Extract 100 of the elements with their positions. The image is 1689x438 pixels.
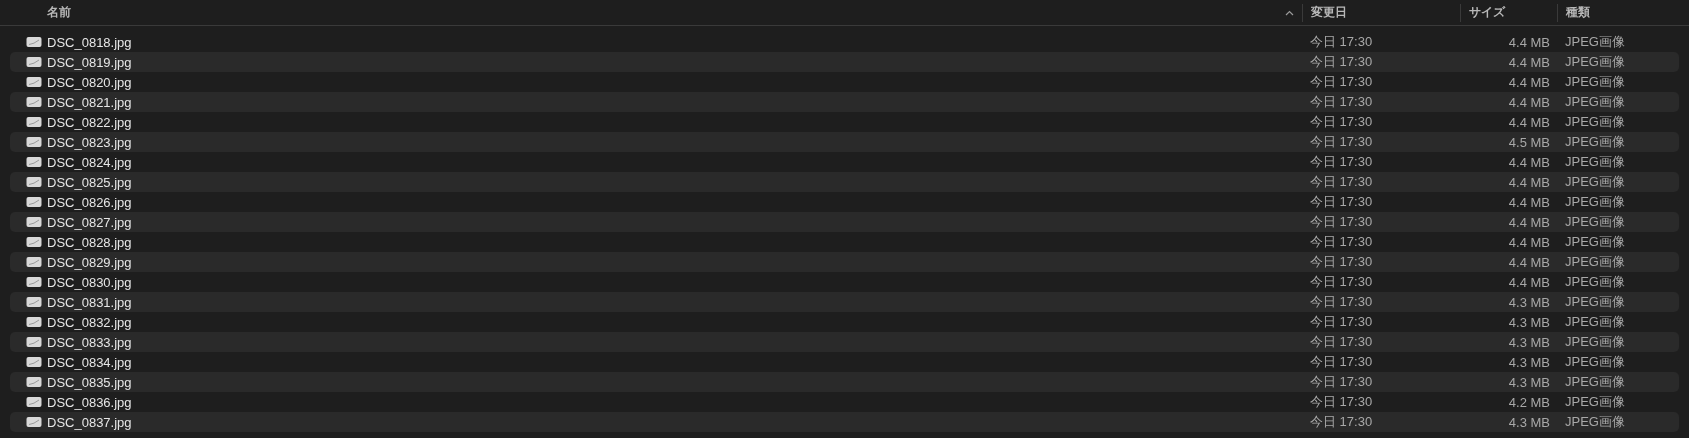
modified-date: 今日 17:30	[1310, 193, 1374, 211]
image-file-icon	[26, 196, 42, 208]
image-file-icon	[26, 136, 42, 148]
column-header[interactable]: 名前	[47, 4, 71, 21]
modified-date: 今日 17:30	[1310, 293, 1374, 311]
modified-date: 今日 17:30	[1310, 313, 1374, 331]
modified-date: 今日 17:30	[1310, 413, 1374, 431]
file-size: 4.4 MB	[1507, 74, 1550, 90]
file-size: 4.5 MB	[1507, 134, 1550, 150]
sort-caret-icon[interactable]	[1285, 9, 1294, 16]
modified-date: 今日 17:30	[1310, 273, 1374, 291]
modified-date: 今日 17:30	[1310, 333, 1374, 351]
file-kind: JPEG画像	[1565, 213, 1626, 231]
file-size: 4.4 MB	[1507, 174, 1550, 190]
file-kind: JPEG画像	[1565, 53, 1626, 71]
image-file-icon	[26, 236, 42, 248]
modified-date: 今日 17:30	[1310, 233, 1374, 251]
modified-date: 今日 17:30	[1310, 173, 1374, 191]
file-name[interactable]: DSC_0822.jpg	[47, 114, 132, 130]
file-kind: JPEG画像	[1565, 333, 1626, 351]
modified-date: 今日 17:30	[1310, 133, 1374, 151]
file-name[interactable]: DSC_0825.jpg	[47, 174, 132, 190]
file-kind: JPEG画像	[1565, 73, 1626, 91]
file-kind: JPEG画像	[1565, 153, 1626, 171]
file-kind: JPEG画像	[1565, 273, 1626, 291]
file-name[interactable]: DSC_0835.jpg	[47, 374, 132, 390]
file-size: 4.4 MB	[1507, 94, 1550, 110]
file-name[interactable]: DSC_0826.jpg	[47, 194, 132, 210]
image-file-icon	[26, 416, 42, 428]
file-size: 4.3 MB	[1507, 354, 1550, 370]
image-file-icon	[26, 36, 42, 48]
modified-date: 今日 17:30	[1310, 33, 1374, 51]
image-file-icon	[26, 216, 42, 228]
modified-date: 今日 17:30	[1310, 253, 1374, 271]
file-name[interactable]: DSC_0821.jpg	[47, 94, 132, 110]
image-file-icon	[26, 316, 42, 328]
image-file-icon	[26, 96, 42, 108]
file-size: 4.4 MB	[1507, 154, 1550, 170]
file-name[interactable]: DSC_0831.jpg	[47, 294, 132, 310]
file-kind: JPEG画像	[1565, 113, 1626, 131]
column-header[interactable]: 種類	[1566, 4, 1590, 21]
file-size: 4.4 MB	[1507, 54, 1550, 70]
column-header[interactable]: サイズ	[1469, 4, 1505, 21]
file-size: 4.4 MB	[1507, 254, 1550, 270]
file-size: 4.4 MB	[1507, 234, 1550, 250]
file-name[interactable]: DSC_0819.jpg	[47, 54, 132, 70]
file-name[interactable]: DSC_0823.jpg	[47, 134, 132, 150]
file-name[interactable]: DSC_0820.jpg	[47, 74, 132, 90]
image-file-icon	[26, 336, 42, 348]
image-file-icon	[26, 276, 42, 288]
file-kind: JPEG画像	[1565, 173, 1626, 191]
modified-date: 今日 17:30	[1310, 53, 1374, 71]
file-kind: JPEG画像	[1565, 193, 1626, 211]
file-size: 4.4 MB	[1507, 274, 1550, 290]
modified-date: 今日 17:30	[1310, 153, 1374, 171]
file-kind: JPEG画像	[1565, 233, 1626, 251]
image-file-icon	[26, 176, 42, 188]
image-file-icon	[26, 376, 42, 388]
image-file-icon	[26, 256, 42, 268]
column-header[interactable]: 変更日	[1311, 4, 1347, 21]
file-name[interactable]: DSC_0837.jpg	[47, 414, 132, 430]
image-file-icon	[26, 116, 42, 128]
modified-date: 今日 17:30	[1310, 213, 1374, 231]
image-file-icon	[26, 356, 42, 368]
image-file-icon	[26, 396, 42, 408]
file-size: 4.2 MB	[1507, 394, 1550, 410]
file-name[interactable]: DSC_0830.jpg	[47, 274, 132, 290]
image-file-icon	[26, 76, 42, 88]
file-name[interactable]: DSC_0834.jpg	[47, 354, 132, 370]
file-kind: JPEG画像	[1565, 253, 1626, 271]
file-name[interactable]: DSC_0827.jpg	[47, 214, 132, 230]
image-file-icon	[26, 296, 42, 308]
file-size: 4.3 MB	[1507, 294, 1550, 310]
modified-date: 今日 17:30	[1310, 373, 1374, 391]
image-file-icon	[26, 156, 42, 168]
file-name[interactable]: DSC_0836.jpg	[47, 394, 132, 410]
file-kind: JPEG画像	[1565, 373, 1626, 391]
file-size: 4.4 MB	[1507, 194, 1550, 210]
file-kind: JPEG画像	[1565, 33, 1626, 51]
modified-date: 今日 17:30	[1310, 93, 1374, 111]
file-kind: JPEG画像	[1565, 93, 1626, 111]
file-kind: JPEG画像	[1565, 353, 1626, 371]
file-size: 4.3 MB	[1507, 414, 1550, 430]
file-size: 4.3 MB	[1507, 334, 1550, 350]
file-kind: JPEG画像	[1565, 133, 1626, 151]
file-size: 4.4 MB	[1507, 214, 1550, 230]
file-kind: JPEG画像	[1565, 293, 1626, 311]
modified-date: 今日 17:30	[1310, 113, 1374, 131]
modified-date: 今日 17:30	[1310, 353, 1374, 371]
file-name[interactable]: DSC_0824.jpg	[47, 154, 132, 170]
file-name[interactable]: DSC_0832.jpg	[47, 314, 132, 330]
file-kind: JPEG画像	[1565, 313, 1626, 331]
file-size: 4.3 MB	[1507, 314, 1550, 330]
file-name[interactable]: DSC_0833.jpg	[47, 334, 132, 350]
file-name[interactable]: DSC_0818.jpg	[47, 34, 132, 50]
file-name[interactable]: DSC_0829.jpg	[47, 254, 132, 270]
modified-date: 今日 17:30	[1310, 393, 1374, 411]
file-size: 4.3 MB	[1507, 374, 1550, 390]
file-name[interactable]: DSC_0828.jpg	[47, 234, 132, 250]
file-size: 4.4 MB	[1507, 114, 1550, 130]
